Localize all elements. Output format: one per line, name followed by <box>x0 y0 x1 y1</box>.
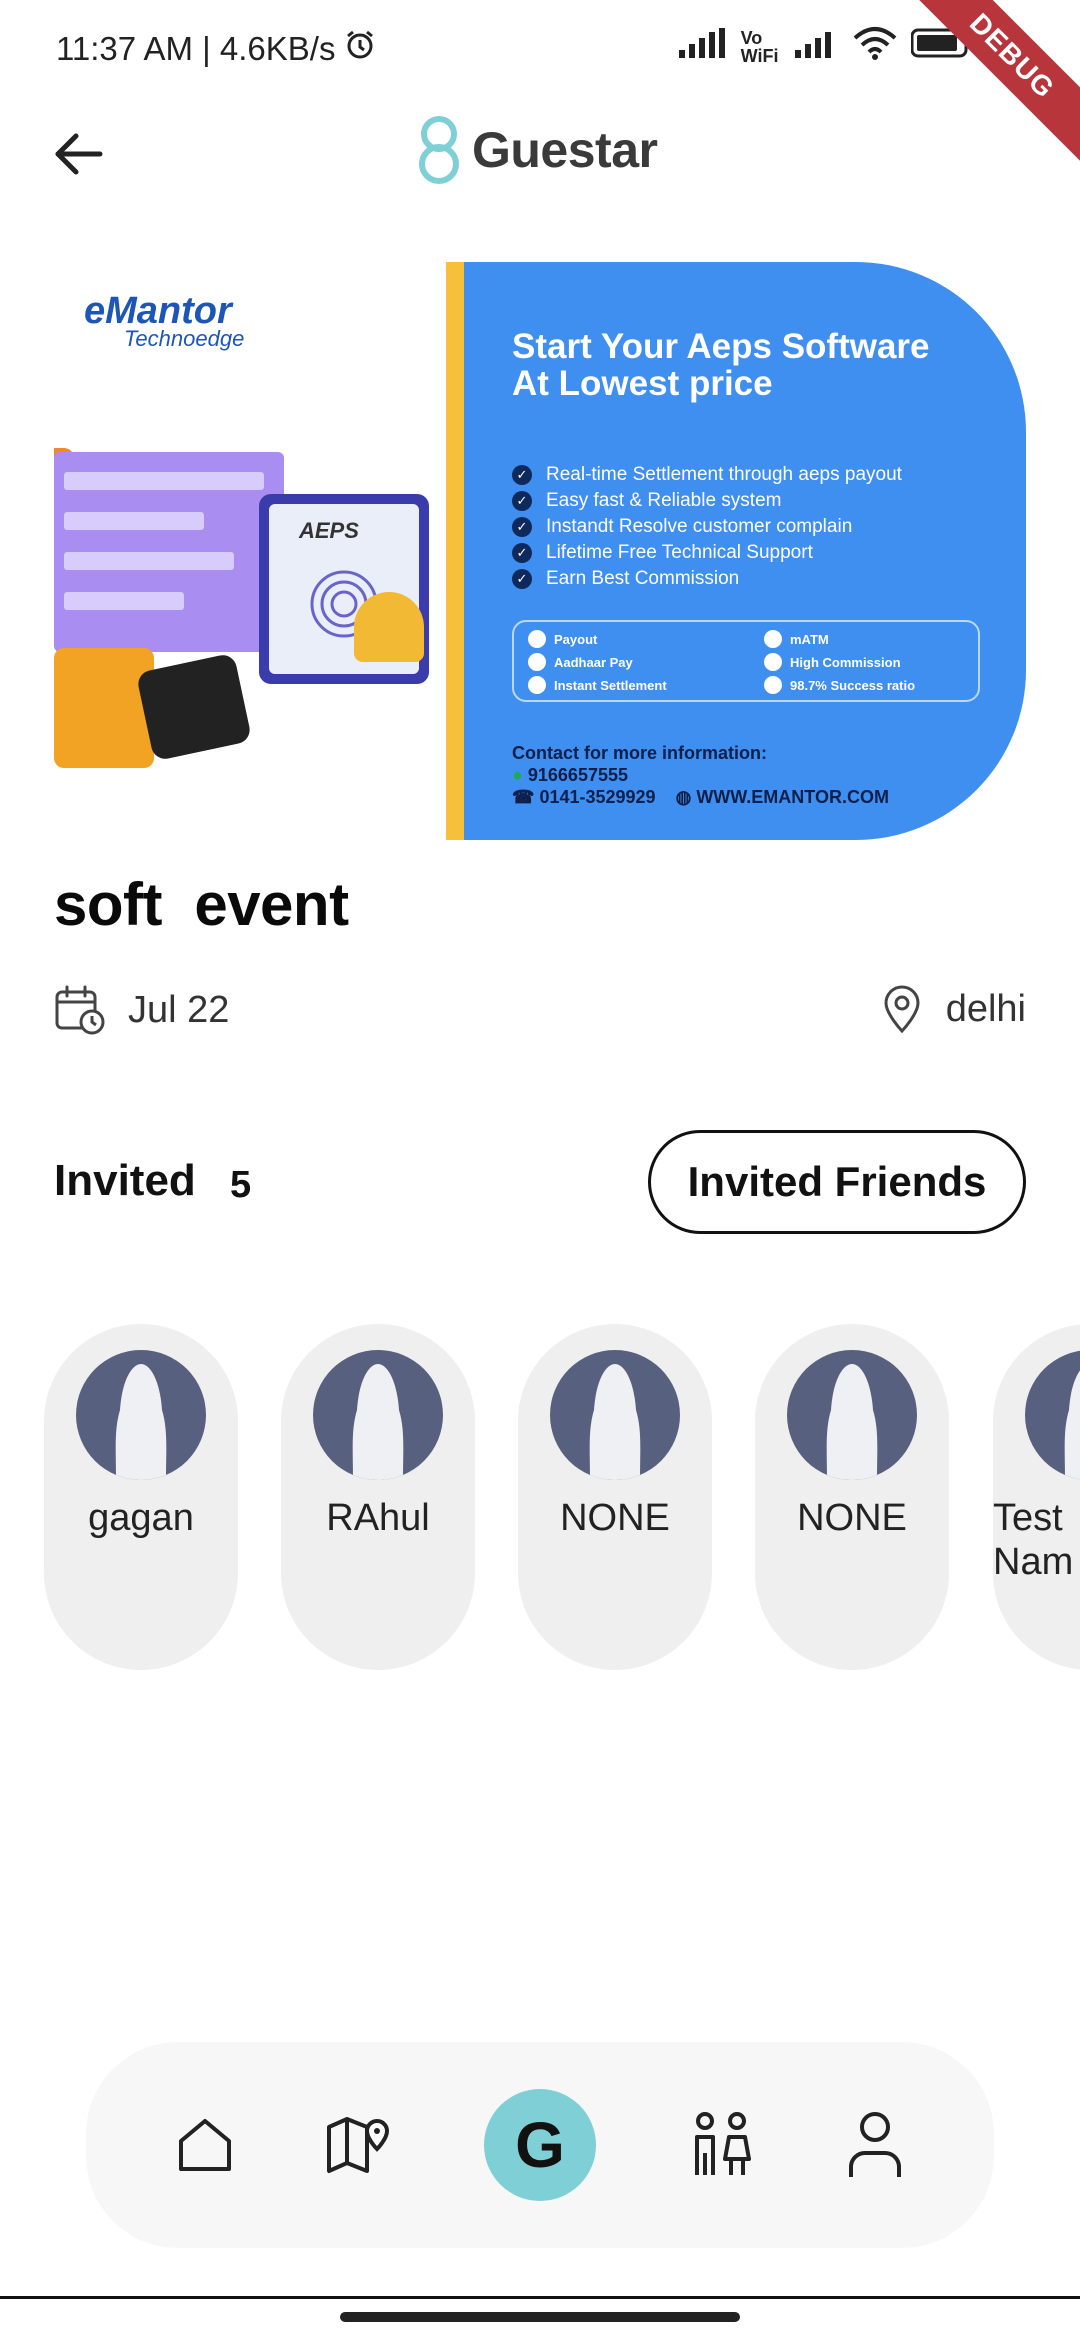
invited-label: Invited <box>54 1156 196 1205</box>
default-avatar-icon <box>589 1364 641 1480</box>
check-icon: ✓ <box>512 517 532 537</box>
friend-card[interactable]: RAhul <box>281 1324 475 1670</box>
event-banner-image: eMantor Technoedge AEPS Start Your Aeps … <box>54 262 1026 840</box>
arrow-left-icon <box>55 133 103 175</box>
illustration-coins <box>54 648 154 768</box>
banner-divider <box>446 262 464 840</box>
divider <box>0 2296 1080 2299</box>
default-avatar-icon <box>115 1364 167 1480</box>
banner-content: Start Your Aeps Software At Lowest price… <box>464 262 1026 840</box>
nav-profile[interactable] <box>832 2102 918 2188</box>
avatar <box>76 1350 206 1480</box>
signal-icon-2 <box>794 28 839 66</box>
whatsapp-icon: ● <box>512 765 523 785</box>
friend-card[interactable]: gagan <box>44 1324 238 1670</box>
people-icon <box>695 2112 751 2175</box>
guestar-logo-icon <box>419 116 459 184</box>
status-bar: 11:37 AM | 4.6KB/s Vo WiFi 85 DEBUG <box>0 0 1080 167</box>
emantor-logo-sub: Technoedge <box>124 326 245 351</box>
badge: 98.7% Success ratio <box>764 676 915 694</box>
friend-card[interactable]: Test Nam <box>993 1324 1080 1670</box>
friend-name: RAhul <box>326 1497 430 1539</box>
invited-friends-button[interactable]: Invited Friends <box>648 1130 1026 1234</box>
check-icon: ✓ <box>512 569 532 589</box>
badge: mATM <box>764 630 829 648</box>
avatar <box>787 1350 917 1480</box>
home-indicator[interactable] <box>340 2312 740 2322</box>
friend-name: NONE <box>560 1497 670 1539</box>
nav-home[interactable] <box>162 2102 248 2188</box>
aeps-label: AEPS <box>299 518 359 543</box>
bottom-navigation: G <box>86 2042 994 2248</box>
event-date: Jul 22 <box>54 984 229 1036</box>
banner-feature-box: Payout mATM Aadhaar Pay High Commission … <box>512 620 980 702</box>
invited-count: 5 <box>230 1164 252 1206</box>
alarm-icon <box>343 28 377 70</box>
nav-people[interactable] <box>678 2102 764 2188</box>
location-pin-icon <box>884 985 920 1034</box>
invited-friends-list[interactable]: gagan RAhul NONE NONE Test Nam <box>0 1324 1080 1670</box>
badge: Payout <box>528 630 597 648</box>
default-avatar-icon <box>1064 1370 1080 1480</box>
banner-illustration: eMantor Technoedge AEPS <box>54 262 446 840</box>
illustration-person <box>354 592 424 662</box>
signal-icon <box>678 28 727 66</box>
vowifi-label: Vo WiFi <box>740 28 779 66</box>
avatar <box>313 1350 443 1480</box>
app-header: Guestar <box>0 100 1080 210</box>
event-location: delhi <box>882 984 1026 1034</box>
nav-map[interactable] <box>316 2102 402 2188</box>
list-item: ✓ Easy fast & Reliable system <box>512 488 902 514</box>
brand-name: Guestar <box>472 122 658 178</box>
status-left: 11:37 AM | 4.6KB/s <box>56 28 377 70</box>
globe-icon: ◍ <box>675 787 692 807</box>
friend-name: Test Nam <box>993 1497 1074 1583</box>
friend-name: NONE <box>797 1497 907 1539</box>
event-meta: Jul 22 delhi <box>54 984 1026 1040</box>
illustration-window <box>54 452 284 652</box>
badge: Instant Settlement <box>528 676 667 694</box>
event-location-text: delhi <box>945 987 1026 1030</box>
status-time: 11:37 AM | 4.6KB/s <box>56 30 336 67</box>
calendar-clock-icon <box>55 985 105 1035</box>
list-item: ✓ Real-time Settlement through aeps payou… <box>512 462 902 488</box>
back-button[interactable] <box>46 122 110 186</box>
friend-card[interactable]: NONE <box>755 1324 949 1670</box>
check-icon: ✓ <box>512 491 532 511</box>
avatar <box>550 1350 680 1480</box>
illustration-fingerprint-device <box>135 652 253 762</box>
default-avatar-icon <box>826 1364 878 1480</box>
banner-title: Start Your Aeps Software At Lowest price <box>512 327 930 403</box>
nav-guestar-home[interactable]: G <box>484 2089 596 2201</box>
g-logo: G <box>515 2109 565 2181</box>
check-icon: ✓ <box>512 543 532 563</box>
brand: Guestar <box>414 114 658 186</box>
invited-section-header: Invited 5 Invited Friends <box>54 1130 1026 1236</box>
list-item: ✓ Lifetime Free Technical Support <box>512 540 902 566</box>
list-item: ✓ Earn Best Commission <box>512 566 902 592</box>
map-pin-icon <box>327 2117 390 2173</box>
profile-icon <box>849 2112 901 2177</box>
phone-icon: ☎ <box>512 787 535 807</box>
list-item: ✓ Instandt Resolve customer complain <box>512 514 902 540</box>
banner-contact: Contact for more information: ● 91666575… <box>512 743 889 807</box>
home-icon <box>179 2119 231 2171</box>
badge: High Commission <box>764 653 901 671</box>
avatar <box>1025 1350 1080 1480</box>
event-date-text: Jul 22 <box>128 988 230 1031</box>
friend-name: gagan <box>88 1497 194 1539</box>
default-avatar-icon <box>352 1364 404 1480</box>
wifi-icon <box>853 26 897 68</box>
badge: Aadhaar Pay <box>528 653 633 671</box>
event-title: soft event <box>54 871 349 938</box>
banner-feature-list: ✓ Real-time Settlement through aeps payou… <box>512 462 902 592</box>
check-icon: ✓ <box>512 465 532 485</box>
friend-card[interactable]: NONE <box>518 1324 712 1670</box>
